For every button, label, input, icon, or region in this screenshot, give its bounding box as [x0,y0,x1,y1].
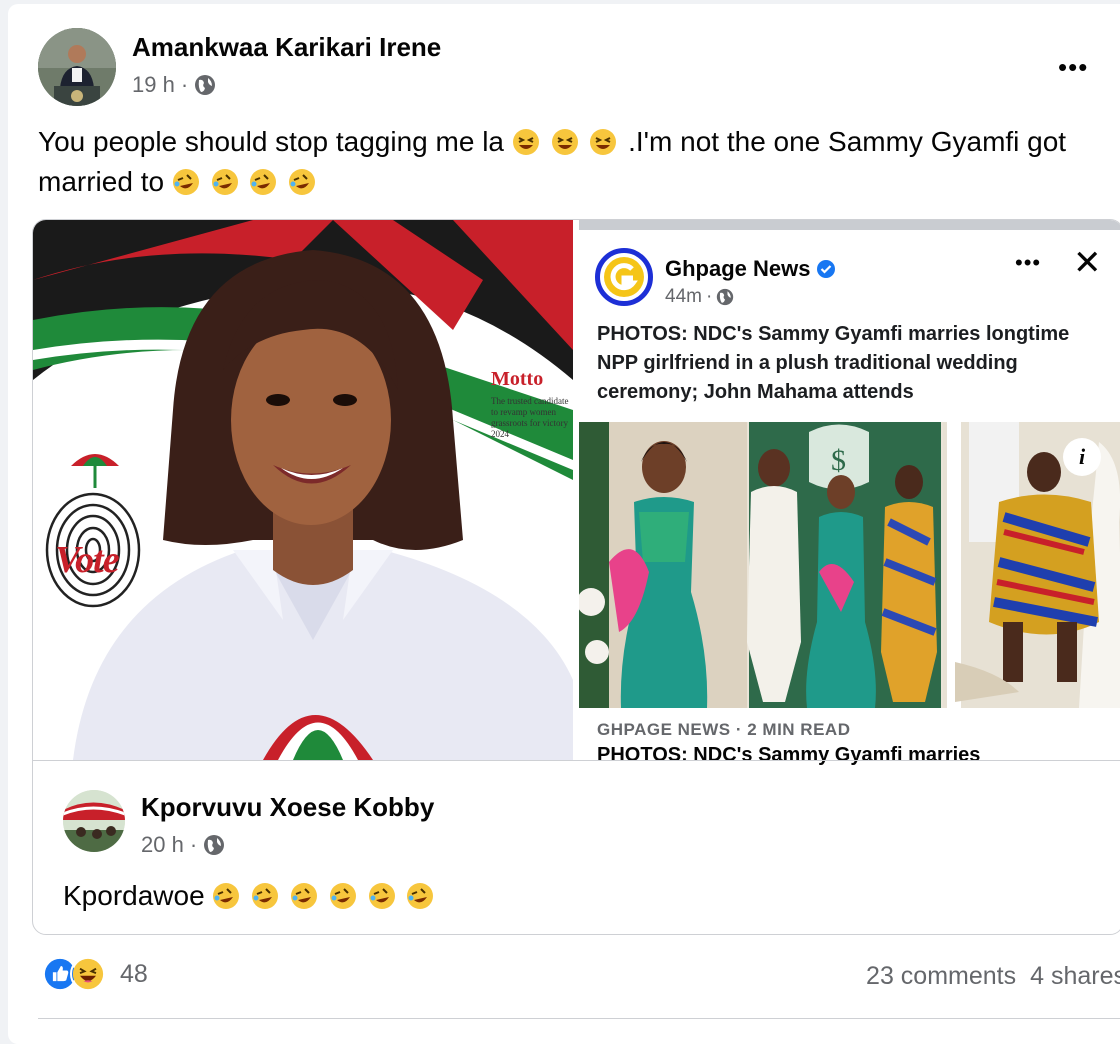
svg-text:$: $ [831,444,846,477]
rofl-emoji [289,169,316,195]
motto-text: The trusted candidate to revamp women gr… [491,396,569,439]
comment-meta-separator: · [189,832,198,857]
news-headline[interactable]: PHOTOS: NDC's Sammy Gyamfi marries longt… [597,320,1107,407]
embedded-news-post[interactable]: Ghpage News 44m · ••• ✕ PHOTOS: NDC's Sa… [579,220,1120,766]
rofl-emoji [213,883,240,909]
shared-content-card: Motto The trusted candidate to revamp wo… [32,219,1120,935]
embed-top-bar [579,220,1120,230]
grin-emoji [512,129,539,155]
link-title[interactable]: PHOTOS: NDC's Sammy Gyamfi marries [597,744,980,767]
comment-time[interactable]: 20 h [141,832,184,858]
comment-meta: 20 h · [141,832,225,858]
card-divider [33,760,1120,761]
post-meta: 19 h · [132,72,216,98]
rofl-emoji [250,169,277,195]
footer-divider [38,1018,1120,1019]
link-source-label: GHPAGE NEWS · 2 MIN READ [597,720,851,739]
wedding-photo-collage[interactable]: $ i [579,422,1120,708]
post-card: Amankwaa Karikari Irene 19 h · ••• You p… [8,4,1120,1044]
commenter-name[interactable]: Kporvuvu Xoese Kobby [141,792,434,823]
rofl-emoji [172,169,199,195]
grin-emoji [590,129,617,155]
author-avatar[interactable] [38,28,116,106]
motto-title: Motto [491,368,544,390]
comment-text-body: Kpordawoe [63,880,213,911]
post-more-button[interactable]: ••• [1058,52,1088,83]
post-stats: 23 comments 4 shares [866,962,1120,991]
grin-emoji [551,129,578,155]
author-name[interactable]: Amankwaa Karikari Irene [132,32,441,63]
commenter-avatar[interactable] [63,790,125,852]
meta-separator: · [180,72,189,97]
campaign-photo-illustration [33,220,573,760]
verified-icon [817,260,836,278]
rofl-emoji [329,883,356,909]
news-page-avatar[interactable] [595,248,653,306]
rofl-emoji [291,883,317,909]
globe-icon [204,835,225,855]
globe-icon [195,75,216,95]
comments-count[interactable]: 23 comments [866,962,1016,991]
reaction-count: 48 [120,959,148,988]
haha-icon [70,956,106,992]
globe-icon [717,288,734,306]
news-meta: 44m · [665,286,734,308]
comment-text: Kpordawoe [63,880,437,912]
post-text: You people should stop tagging me la .I'… [38,122,1098,202]
shares-count[interactable]: 4 shares [1030,962,1120,991]
news-more-button[interactable]: ••• [1015,250,1041,276]
vote-word: Vote [55,539,120,581]
news-page-name-text[interactable]: Ghpage News [665,256,810,282]
reaction-summary[interactable]: 48 [42,956,148,992]
news-meta-separator: · [705,286,713,307]
post-text-part1: You people should stop tagging me la [38,126,512,157]
campaign-photo[interactable]: Motto The trusted candidate to revamp wo… [33,220,573,760]
rofl-emoji [368,883,395,909]
wedding-collage-illustration: $ [579,422,1120,708]
info-icon[interactable]: i [1063,438,1101,476]
news-page-name: Ghpage News [665,256,836,282]
close-icon[interactable]: ✕ [1073,246,1102,280]
rofl-emoji [407,883,434,909]
post-time[interactable]: 19 h [132,72,175,98]
news-time[interactable]: 44m [665,286,702,308]
rofl-emoji [252,883,279,909]
rofl-emoji [211,169,238,195]
